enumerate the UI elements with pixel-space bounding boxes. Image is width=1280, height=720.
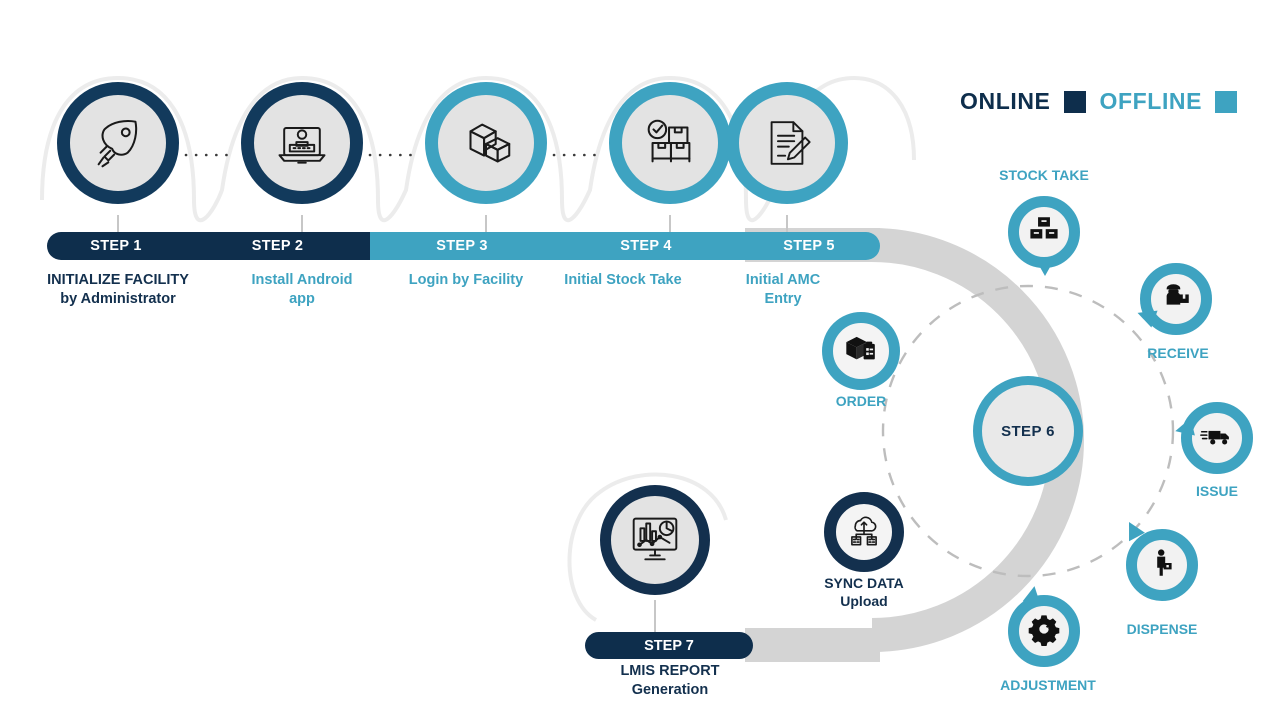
step7-caption-line1: LMIS REPORT [620, 663, 720, 679]
legend-item-online: ONLINE [960, 88, 1086, 115]
step-circle-5[interactable] [726, 82, 848, 204]
bubble-label-dispense: DISPENSE [1126, 621, 1198, 637]
box-clipboard-icon [842, 330, 880, 373]
stacked-boxes-icon [1027, 213, 1061, 252]
step-pill-3[interactable]: STEP 3 [370, 232, 554, 260]
step7-caption: LMIS REPORT Generation [570, 662, 770, 700]
timeline-step-bar: STEP 1 STEP 2 STEP 3 STEP 4 STEP 5 [47, 232, 880, 260]
legend-item-offline: OFFLINE [1100, 88, 1238, 115]
sync-label-line2: Upload [840, 593, 888, 609]
step-caption-2: Install Android app [222, 271, 382, 309]
step-pill-label-5: STEP 5 [783, 238, 835, 254]
bubble-receive[interactable] [1134, 263, 1212, 335]
bubble-label-sync-data: SYNC DATA Upload [789, 574, 939, 610]
legend-swatch-offline [1215, 90, 1238, 113]
step-caption-5-line1: Initial AMC [745, 272, 821, 288]
step-caption-4: Initial Stock Take [540, 271, 706, 290]
step-caption-1: INITIALIZE FACILITY by Administrator [18, 271, 218, 309]
step-pill-label-4: STEP 4 [620, 238, 672, 254]
delivery-truck-icon [1200, 419, 1234, 458]
bubble-tail-adjustment [1022, 584, 1044, 605]
step-caption-2-line1: Install Android [251, 272, 353, 288]
step-pill-label-3: STEP 3 [436, 238, 488, 254]
step6-label: STEP 6 [1001, 422, 1055, 440]
step7-pill[interactable]: STEP 7 [585, 632, 753, 659]
bubble-sync-data[interactable] [824, 492, 904, 572]
sync-label-line1: SYNC DATA [824, 575, 904, 591]
bubble-issue[interactable] [1173, 402, 1253, 474]
step-circle-2[interactable] [241, 82, 363, 204]
person-bag-icon [1146, 547, 1178, 584]
step-caption-5-line2: Entry [764, 291, 802, 307]
dashboard-chart-icon [624, 507, 686, 574]
bubble-ring-dispense [1126, 529, 1198, 601]
bubble-label-issue: ISSUE [1195, 483, 1238, 499]
document-pen-icon [758, 114, 816, 172]
step7-pill-label: STEP 7 [644, 637, 694, 654]
bubble-label-receive: RECEIVE [1147, 345, 1209, 361]
step-circle-4[interactable] [609, 82, 731, 204]
bubble-ring-sync-data [824, 492, 904, 572]
step-pill-5[interactable]: STEP 5 [738, 232, 880, 260]
step-caption-1-line2: by Administrator [60, 291, 176, 307]
bubble-ring-adjustment [1008, 595, 1080, 667]
legend-label-online: ONLINE [960, 88, 1051, 114]
boxes-3d-icon [455, 112, 517, 174]
step-pill-2[interactable]: STEP 2 [185, 232, 370, 260]
bubble-ring-order [822, 312, 900, 390]
step-caption-4-line1: Initial Stock Take [564, 272, 682, 288]
step-caption-2-line2: app [289, 291, 315, 307]
step-pill-label-2: STEP 2 [251, 238, 304, 254]
infographic-canvas: ONLINE OFFLINE STEP 1 STEP 2 STEP 3 STEP… [0, 0, 1280, 720]
bubble-ring-issue [1181, 402, 1253, 474]
bubble-dispense[interactable] [1121, 517, 1198, 601]
step6-hub[interactable]: STEP 6 [973, 376, 1083, 486]
step-caption-3-line1: Login by Facility [408, 272, 524, 288]
step-circle-1[interactable] [57, 82, 179, 204]
bubble-label-stock-take: STOCK TAKE [999, 167, 1089, 183]
laptop-user-icon [272, 113, 332, 173]
step-pill-label-1: STEP 1 [90, 238, 142, 254]
step-caption-3: Login by Facility [386, 271, 546, 290]
rocket-icon [87, 112, 149, 174]
legend-label-offline: OFFLINE [1099, 88, 1203, 114]
step-caption-5: Initial AMC Entry [712, 271, 854, 309]
step7-caption-line2: Generation [631, 682, 709, 698]
step-caption-1-line1: INITIALIZE FACILITY [47, 272, 189, 288]
legend-swatch-online [1063, 90, 1086, 113]
checked-cartons-icon [639, 112, 701, 174]
bubble-ring-stock-take [1008, 196, 1080, 268]
step-circle-3[interactable] [425, 82, 547, 204]
bubble-tail-stock-take [1036, 260, 1054, 276]
mode-legend: ONLINE OFFLINE [960, 88, 1238, 115]
bubble-stock-take[interactable] [1008, 196, 1080, 276]
cloud-upload-server-icon [845, 511, 883, 554]
step-pill-4[interactable]: STEP 4 [554, 232, 738, 260]
bubble-label-adjustment: ADJUSTMENT [1000, 677, 1096, 693]
step7-circle[interactable] [600, 485, 710, 595]
worker-package-icon [1159, 280, 1193, 319]
bubble-order[interactable] [822, 312, 900, 390]
step-pill-1[interactable]: STEP 1 [47, 232, 185, 260]
bubble-adjustment[interactable] [1008, 584, 1080, 667]
gear-refresh-icon [1027, 612, 1061, 651]
bubble-label-order: ORDER [835, 393, 887, 409]
